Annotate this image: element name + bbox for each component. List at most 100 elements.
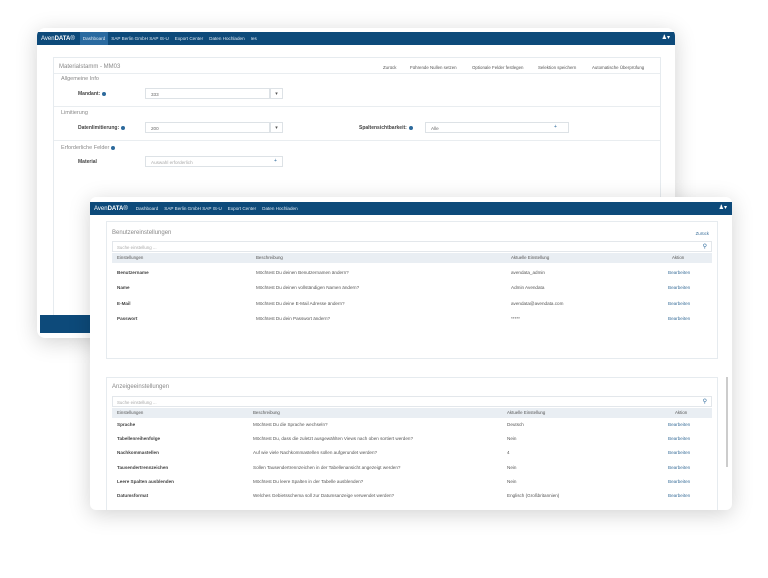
divider — [54, 73, 660, 74]
plus-icon[interactable]: + — [274, 158, 277, 164]
section-limit: Limitierung — [61, 110, 88, 116]
col-action: Aktion — [672, 255, 685, 260]
section-general: Allgemeine Info — [61, 76, 99, 82]
user-menu-icon[interactable]: ♟▾ — [719, 204, 727, 211]
nav-dashboard[interactable]: Dashboard — [79, 32, 109, 45]
client-label: Mandant: — [78, 91, 107, 97]
table-row: Tabellenreihenfolge Möchtest Du, dass die… — [112, 432, 712, 446]
table-row: Nachkommastellen Auf wie viele Nachkommas… — [112, 446, 712, 460]
table-row: Sprache Möchtest Du die Sprache wechseln?… — [112, 418, 712, 432]
table-header: Einstellungen Beschreibung Aktuelle Eins… — [112, 408, 712, 418]
nav-export[interactable]: Export Center — [172, 32, 206, 45]
setting-name: Datumsformat — [117, 493, 149, 498]
data-limit-dropdown-button[interactable]: ▾ — [270, 122, 283, 133]
table-row: Datumsformat Welches Gebietsschema soll z… — [112, 489, 712, 503]
auto-check-link[interactable]: Automatische Überprüfung — [592, 65, 644, 70]
material-label: Material — [78, 159, 97, 165]
col-current: Aktuelle Einstellung — [511, 255, 550, 260]
user-search-input[interactable]: Suche einstellung ... ⚲ — [112, 241, 712, 252]
display-settings-panel: Anzeigeeinstellungen Suche einstellung .… — [106, 377, 718, 510]
nav-upload[interactable]: Daten Hochladen — [259, 202, 301, 215]
setting-description: Welches Gebietsschema soll zur Datumsanz… — [253, 493, 395, 498]
edit-link[interactable]: Bearbeiten — [668, 270, 690, 275]
user-menu-icon[interactable]: ♟▾ — [662, 34, 670, 41]
current-value: Nein — [507, 436, 517, 442]
info-icon — [111, 145, 116, 150]
table-row: Leere Spalten ausblenden Möchtest Du leer… — [112, 475, 712, 489]
setting-name: Nachkommastellen — [117, 450, 159, 456]
data-limit-select[interactable]: 200 — [145, 122, 270, 133]
user-settings-title: Benutzereinstellungen — [112, 230, 172, 236]
setting-name: Name — [117, 285, 130, 291]
edit-link[interactable]: Bearbeiten — [668, 465, 690, 470]
info-icon — [408, 125, 413, 130]
setting-description: Auf wie viele Nachkommastellen sollen au… — [253, 450, 378, 456]
current-value: 4 — [507, 450, 510, 456]
search-icon[interactable]: ⚲ — [703, 398, 707, 405]
edit-link[interactable]: Bearbeiten — [668, 479, 690, 484]
table-row: Benutzername Möchtest Du deinen Benutzern… — [112, 266, 712, 280]
col-current: Aktuelle Einstellung — [507, 410, 546, 415]
setting-description: Möchtest Du leere Spalten in der Tabelle… — [253, 478, 364, 484]
edit-link[interactable]: Bearbeiten — [668, 422, 690, 427]
nav-upload[interactable]: Daten Hochladen — [206, 32, 248, 45]
search-icon[interactable]: ⚲ — [703, 243, 707, 250]
setting-description: Möchtest Du dein Passwort ändern? — [256, 315, 331, 321]
back-link[interactable]: Zurück — [696, 231, 709, 236]
table-row: E-Mail Möchtest Du deine E-Mail Adresse ä… — [112, 297, 712, 311]
info-icon — [121, 125, 126, 130]
table-row: Tausendertrennzeichen Sollen Tausendertre… — [112, 461, 712, 475]
display-search-input[interactable]: Suche einstellung ... ⚲ — [112, 396, 712, 407]
current-value: Englisch (Großbritannien) — [507, 493, 560, 498]
edit-link[interactable]: Bearbeiten — [668, 301, 690, 306]
client-select[interactable]: 333 — [145, 88, 270, 99]
current-value: Admin Avendata — [511, 285, 545, 291]
nav-sap[interactable]: SAP Berlin GmbH SAP IS-U — [108, 32, 172, 45]
setting-name: Tausendertrennzeichen — [117, 464, 169, 470]
table-row: Name Möchtest Du deinen vollständigen Nam… — [112, 281, 712, 295]
setting-name: Sprache — [117, 422, 136, 427]
display-settings-title: Anzeigeeinstellungen — [112, 384, 170, 390]
edit-link[interactable]: Bearbeiten — [668, 493, 690, 498]
setting-description: Möchtest Du deinen Benutzernamen ändern? — [256, 270, 349, 275]
setting-name: Tabellenreihenfolge — [117, 436, 161, 442]
col-description: Beschreibung — [253, 410, 280, 415]
save-selection-link[interactable]: Selektion speichern — [538, 65, 576, 70]
edit-link[interactable]: Bearbeiten — [668, 450, 690, 455]
back-link[interactable]: Zurück — [383, 65, 396, 70]
nav-sap[interactable]: SAP Berlin GmbH SAP IS-U — [161, 202, 225, 215]
navbar: AvenDATA® Dashboard SAP Berlin GmbH SAP … — [37, 32, 675, 45]
scrollbar[interactable] — [726, 377, 728, 467]
setting-name: Benutzername — [117, 270, 149, 275]
plus-icon[interactable]: + — [554, 124, 557, 130]
edit-link[interactable]: Bearbeiten — [668, 285, 690, 290]
front-window: AvenDATA® Dashboard SAP Berlin GmbH SAP … — [90, 197, 732, 510]
table-row: Passwort Möchtest Du dein Passwort ändern… — [112, 312, 712, 326]
section-required: Erforderliche Felder — [61, 145, 116, 151]
setting-description: Möchtest Du deine E-Mail Adresse ändern? — [256, 300, 345, 306]
current-value: Deutsch — [507, 422, 524, 427]
divider — [54, 106, 660, 107]
setting-description: Sollen Tausendertrennzeichen in der Tabe… — [253, 464, 401, 470]
edit-link[interactable]: Bearbeiten — [668, 436, 690, 441]
table-header: Einstellungen Beschreibung Aktuelle Eins… — [112, 253, 712, 263]
client-dropdown-button[interactable]: ▾ — [270, 88, 283, 99]
logo: AvenDATA® — [41, 35, 75, 42]
setting-description: Möchtest Du deinen vollständigen Namen ä… — [256, 285, 360, 291]
col-action: Aktion — [675, 410, 688, 415]
material-input[interactable]: Auswahl erforderlich — [145, 156, 283, 167]
edit-link[interactable]: Bearbeiten — [668, 316, 690, 321]
current-value: Nein — [507, 478, 517, 484]
column-visibility-select[interactable]: Alle — [425, 122, 569, 133]
divider — [54, 140, 660, 141]
current-value: avendata@avendata.com — [511, 300, 564, 306]
optional-fields-link[interactable]: Optionale Felder festlegen — [472, 65, 524, 70]
setting-description: Möchtest Du, dass die zuletzt ausgewählt… — [253, 436, 414, 442]
nav-dashboard[interactable]: Dashboard — [133, 202, 161, 215]
user-settings-panel: Benutzereinstellungen Zurück Suche einst… — [106, 221, 718, 359]
data-limit-label: Datenlimitierung: — [78, 125, 126, 131]
nav-ies[interactable]: Ies — [248, 32, 260, 45]
nav-export[interactable]: Export Center — [225, 202, 259, 215]
logo: AvenDATA® — [94, 205, 128, 212]
leading-zeros-link[interactable]: Führende Nullen setzen — [410, 65, 457, 70]
